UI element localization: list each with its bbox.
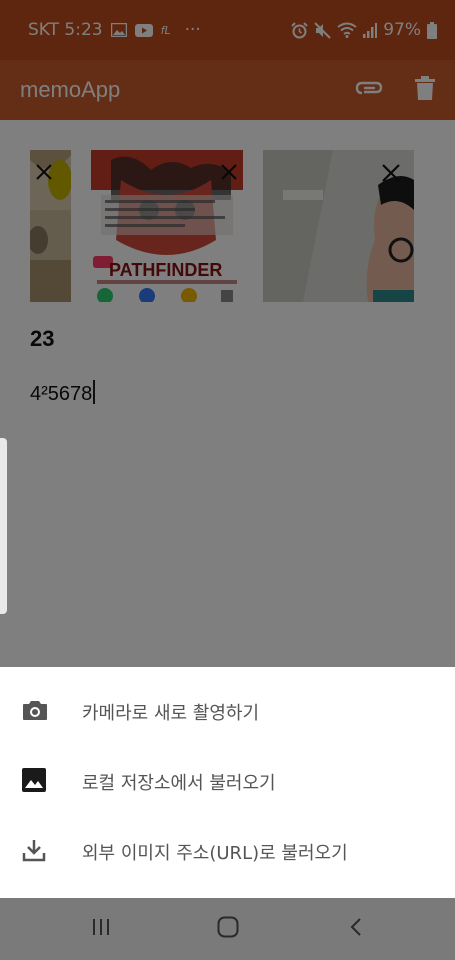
sheet-item-label: 로컬 저장소에서 불러오기 [82, 773, 276, 794]
download-icon [22, 838, 46, 866]
back-button[interactable] [349, 917, 363, 941]
sheet-item-local-storage[interactable]: 로컬 저장소에서 불러오기 [0, 747, 455, 817]
sheet-item-camera[interactable]: 카메라로 새로 촬영하기 [0, 677, 455, 747]
edge-panel-handle[interactable] [0, 438, 7, 614]
camera-icon [22, 699, 48, 725]
recents-icon [93, 919, 109, 935]
back-icon [350, 918, 361, 936]
sheet-item-label: 외부 이미지 주소(URL)로 불러오기 [82, 843, 348, 864]
sheet-item-url[interactable]: 외부 이미지 주소(URL)로 불러오기 [0, 817, 455, 887]
dialog-scrim[interactable] [0, 0, 455, 667]
system-nav-bar [0, 898, 455, 960]
home-icon [217, 916, 239, 938]
image-icon [22, 768, 46, 796]
image-source-sheet: 카메라로 새로 촬영하기 로컬 저장소에서 불러오기 외부 이미지 주소(URL… [0, 667, 455, 898]
recents-button[interactable] [91, 917, 111, 941]
home-button[interactable] [217, 916, 239, 942]
sheet-item-label: 카메라로 새로 촬영하기 [82, 703, 260, 724]
